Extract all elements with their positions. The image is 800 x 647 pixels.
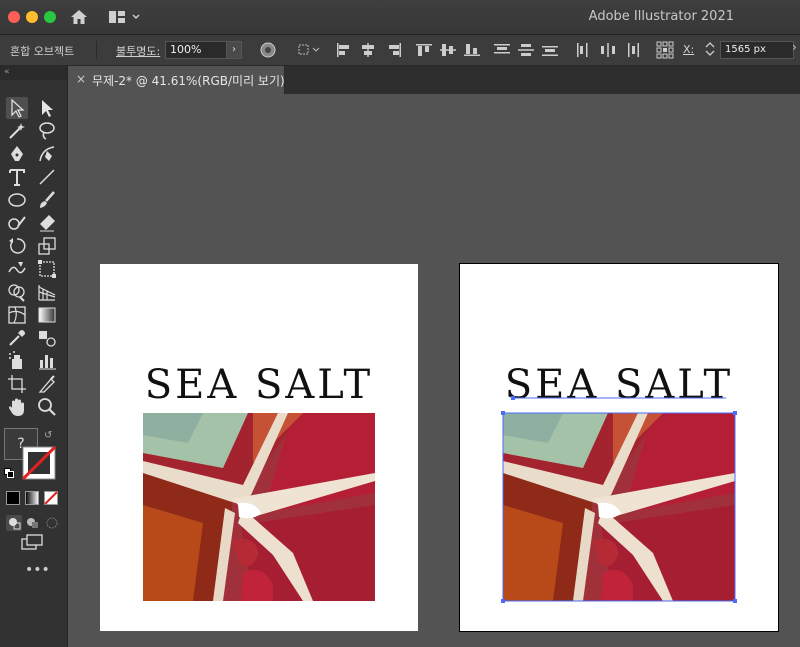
stroke-swatch[interactable]	[21, 445, 57, 481]
blend-tool-icon[interactable]	[36, 327, 58, 349]
symbol-sprayer-tool-icon[interactable]	[6, 350, 28, 372]
toolbar-header[interactable]: «	[0, 66, 67, 80]
default-fill-stroke-icon[interactable]	[4, 463, 14, 478]
paintbrush-tool-icon[interactable]	[36, 189, 58, 211]
artboard-2[interactable]: SEA SALT	[459, 263, 779, 632]
align-center-horizontal-icon[interactable]	[360, 43, 376, 57]
pen-tool-icon[interactable]	[6, 143, 28, 165]
headline-text[interactable]: SEA SALT	[100, 362, 418, 408]
selection-type-label: 혼합 오브젝트	[10, 45, 75, 58]
x-position-input[interactable]: 1565 px	[720, 41, 794, 59]
gradient-tool-icon[interactable]	[36, 304, 58, 326]
salt-flats-photo[interactable]	[143, 413, 375, 601]
curvature-tool-icon[interactable]	[36, 143, 58, 165]
headline-text[interactable]: SEA SALT	[460, 362, 778, 408]
rotate-tool-icon[interactable]	[6, 235, 28, 257]
workspace-switcher-icon[interactable]	[108, 9, 144, 25]
selection-tool-icon[interactable]	[6, 97, 28, 119]
x-stepper-icon[interactable]	[704, 41, 716, 57]
distribute-center-horizontal-icon[interactable]	[600, 43, 616, 57]
magic-wand-tool-icon[interactable]	[6, 120, 28, 142]
recolor-artwork-icon[interactable]	[260, 42, 276, 58]
align-top-icon[interactable]	[416, 43, 432, 57]
shape-builder-tool-icon[interactable]	[6, 281, 28, 303]
perspective-grid-tool-icon[interactable]	[36, 281, 58, 303]
shaper-tool-icon[interactable]	[6, 212, 28, 234]
title-bar: Adobe Illustrator 2021	[0, 0, 800, 35]
tab-close-icon[interactable]: ×	[76, 72, 86, 86]
distribute-right-icon[interactable]	[624, 43, 640, 57]
color-mode-icon[interactable]	[6, 490, 22, 505]
close-window-button[interactable]	[8, 11, 20, 23]
draw-normal-icon[interactable]	[6, 515, 22, 531]
opacity-label[interactable]: 불투명도:	[116, 43, 160, 59]
transform-reference-point-icon[interactable]	[656, 41, 674, 59]
collapse-icon[interactable]: «	[4, 67, 10, 77]
column-graph-tool-icon[interactable]	[36, 350, 58, 372]
ellipse-tool-icon[interactable]	[6, 189, 28, 211]
divider	[96, 41, 97, 59]
lasso-tool-icon[interactable]	[36, 120, 58, 142]
document-tab-bar: × 무제-2* @ 41.61%(RGB/미리 보기)	[68, 66, 800, 94]
hand-tool-icon[interactable]	[6, 396, 28, 418]
tools-panel: « ? ↺ •••	[0, 66, 68, 647]
change-screen-mode-icon[interactable]	[20, 534, 44, 550]
opacity-chevron-right-icon[interactable]: ›	[226, 41, 242, 59]
document-tab-label: 무제-2* @ 41.61%(RGB/미리 보기)	[92, 74, 285, 88]
none-mode-icon[interactable]	[44, 490, 60, 505]
align-bottom-icon[interactable]	[464, 43, 480, 57]
align-left-icon[interactable]	[336, 43, 352, 57]
distribute-center-vertical-icon[interactable]	[518, 43, 534, 57]
x-position-label[interactable]: X:	[683, 43, 694, 56]
home-icon[interactable]	[70, 8, 88, 26]
eyedropper-tool-icon[interactable]	[6, 327, 28, 349]
control-bar: 혼합 오브젝트 불투명도: 100% › X: 1565 px ›	[0, 35, 800, 66]
scale-tool-icon[interactable]	[36, 235, 58, 257]
type-tool-icon[interactable]	[6, 166, 28, 188]
align-center-vertical-icon[interactable]	[440, 43, 456, 57]
slice-tool-icon[interactable]	[36, 373, 58, 395]
mesh-tool-icon[interactable]	[6, 304, 28, 326]
align-right-icon[interactable]	[386, 43, 402, 57]
maximize-window-button[interactable]	[44, 11, 56, 23]
swap-fill-stroke-icon[interactable]: ↺	[44, 430, 52, 441]
opacity-input[interactable]: 100%	[165, 41, 233, 59]
line-segment-tool-icon[interactable]	[36, 166, 58, 188]
more-options-icon[interactable]: ›	[792, 40, 800, 58]
gradient-mode-icon[interactable]	[25, 490, 41, 505]
zoom-tool-icon[interactable]	[36, 396, 58, 418]
draw-behind-icon[interactable]	[25, 515, 41, 531]
warp-tool-icon[interactable]	[6, 258, 28, 280]
distribute-bottom-icon[interactable]	[542, 43, 558, 57]
distribute-left-icon[interactable]	[576, 43, 592, 57]
salt-flats-photo[interactable]	[503, 413, 735, 601]
app-title: Adobe Illustrator 2021	[588, 9, 734, 24]
distribute-top-icon[interactable]	[494, 43, 510, 57]
eraser-tool-icon[interactable]	[36, 212, 58, 234]
draw-inside-icon[interactable]	[44, 515, 60, 531]
minimize-window-button[interactable]	[26, 11, 38, 23]
direct-selection-tool-icon[interactable]	[36, 97, 58, 119]
select-similar-icon[interactable]	[298, 43, 322, 57]
artboard-1[interactable]: SEA SALT	[100, 264, 418, 631]
artboard-tool-icon[interactable]	[6, 373, 28, 395]
free-transform-tool-icon[interactable]	[36, 258, 58, 280]
edit-toolbar-icon[interactable]: •••	[25, 562, 50, 578]
document-tab[interactable]: × 무제-2* @ 41.61%(RGB/미리 보기)	[68, 66, 285, 94]
